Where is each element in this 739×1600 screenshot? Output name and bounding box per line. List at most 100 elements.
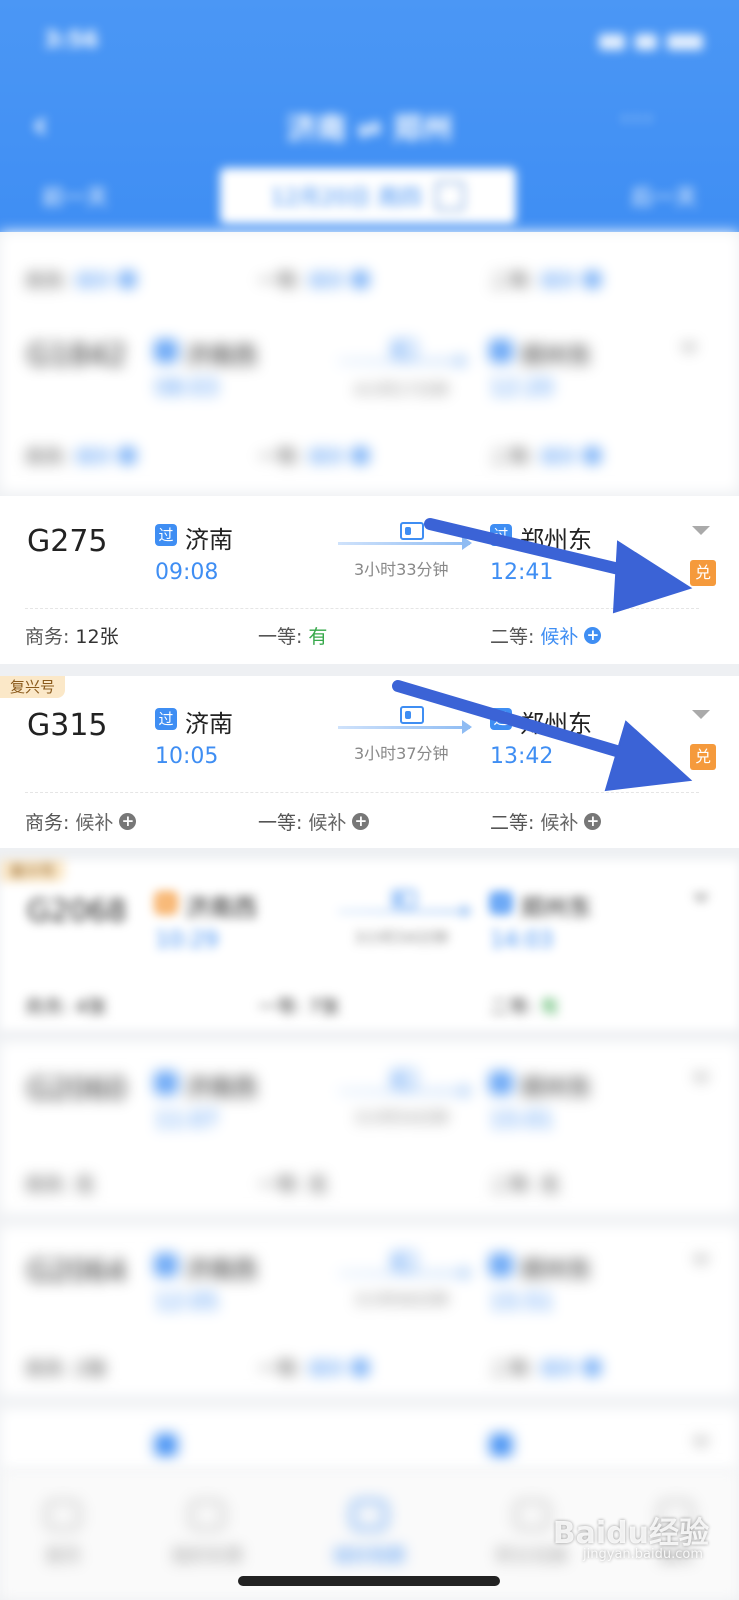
seat-second: 二等: 候补 + bbox=[490, 442, 602, 469]
arr-time: 12:20 bbox=[490, 376, 554, 401]
pass-tag-icon: 过 bbox=[490, 1072, 512, 1094]
train-card-g2064[interactable]: G2064 过 济南西 12:05 3小时46分钟 过 郑州东 15:51 商务… bbox=[0, 1226, 739, 1396]
date-selector[interactable]: 12月20日 周四 bbox=[220, 168, 516, 224]
prev-day-button[interactable]: 前一天 bbox=[42, 180, 108, 212]
pass-tag-icon: 过 bbox=[490, 340, 512, 362]
pass-tag-icon: 过 bbox=[490, 524, 512, 546]
train-number: G275 bbox=[27, 524, 108, 559]
arr-time: 15:01 bbox=[490, 1108, 554, 1133]
expand-icon[interactable] bbox=[692, 526, 710, 535]
baidu-watermark: Baidu经验 bbox=[552, 1516, 709, 1551]
train-card-g2068[interactable]: 复兴号 G2068 始 济南西 10:29 3小时34分钟 过 郑州东 14:0… bbox=[0, 860, 739, 1030]
seat-second[interactable]: 二等: 候补 + bbox=[490, 622, 602, 649]
divider bbox=[25, 608, 699, 609]
seat-first: 一等: 候补 + bbox=[258, 266, 370, 293]
train-number: G1842 bbox=[27, 338, 127, 373]
train-number: G2068 bbox=[27, 894, 127, 929]
signal-icon bbox=[599, 34, 625, 50]
exchange-badge[interactable]: 兑 bbox=[690, 560, 716, 586]
train-card-g1842[interactable]: 商务: 候补 + 一等: 候补 + 二等: 候补 + G1842 过 济南西 08:03 4… bbox=[0, 232, 739, 492]
seat-second: 二等: 候补 + bbox=[490, 266, 602, 293]
seat-biz: 商务: 无 bbox=[25, 1174, 95, 1196]
arr-time: 13:42 bbox=[490, 744, 554, 769]
pass-tag-icon bbox=[490, 1434, 512, 1456]
arr-time: 15:51 bbox=[490, 1290, 554, 1315]
train-card-g2060[interactable]: G2060 过 济南西 11:07 3小时54分钟 过 郑州东 15:01 商务… bbox=[0, 1042, 739, 1214]
dep-time: 11:07 bbox=[155, 1108, 219, 1133]
route-arrow bbox=[338, 354, 468, 368]
duration: 3小时46分钟 bbox=[354, 1290, 449, 1309]
pass-tag-icon: 过 bbox=[155, 1072, 177, 1094]
train-card-next[interactable] bbox=[0, 1408, 739, 1470]
id-card-icon bbox=[392, 340, 416, 358]
route-arrow bbox=[338, 1084, 472, 1098]
seat-biz: 商务: 2张 bbox=[25, 1358, 107, 1380]
tab-my-tickets[interactable]: 我的车票 bbox=[171, 1500, 243, 1600]
waitlist-icon bbox=[351, 1500, 388, 1530]
train-number: G2064 bbox=[27, 1254, 127, 1289]
arr-station: 郑州东 bbox=[520, 1256, 592, 1284]
points-icon bbox=[513, 1500, 550, 1530]
next-day-button[interactable]: 后一天 bbox=[631, 180, 697, 212]
seat-biz: 商务: 候补 + bbox=[25, 442, 137, 469]
header-bar: 3:56 ‹ 济南 ⇌ 郑州 ··· 前一天 后一天 12月20日 周四 bbox=[0, 0, 739, 232]
dep-time: 10:29 bbox=[155, 928, 219, 953]
plus-circle-icon[interactable]: + bbox=[119, 813, 137, 830]
arr-station: 郑州东 bbox=[520, 342, 592, 370]
ticket-icon bbox=[189, 1500, 226, 1530]
seat-second[interactable]: 二等: 候补 + bbox=[490, 808, 602, 835]
pass-tag-icon: 过 bbox=[155, 1254, 177, 1276]
duration: 3小时54分钟 bbox=[354, 1108, 449, 1127]
train-card-g275[interactable]: G275 过 济南 09:08 3小时33分钟 过 郑州东 12:41 兑 商务… bbox=[0, 496, 739, 664]
dep-time: 12:05 bbox=[155, 1290, 219, 1315]
dep-time: 08:03 bbox=[155, 376, 219, 401]
expand-icon[interactable] bbox=[692, 710, 710, 719]
train-card-g315[interactable]: 复兴号 G315 过 济南 10:05 3小时37分钟 过 郑州东 13:42 … bbox=[0, 676, 739, 848]
expand-icon[interactable] bbox=[692, 1438, 710, 1447]
seat-first: 一等: 候补 + bbox=[258, 442, 370, 469]
seat-first: 一等: 候补 + bbox=[258, 1354, 370, 1381]
seat-biz: 商务: 候补 + bbox=[25, 266, 137, 293]
seat-first: 一等: 7张 bbox=[258, 996, 340, 1018]
more-icon[interactable]: ··· bbox=[620, 102, 655, 137]
start-tag-icon: 始 bbox=[155, 892, 177, 914]
expand-icon[interactable] bbox=[692, 1256, 710, 1265]
tab-home[interactable]: 首页 bbox=[45, 1500, 82, 1600]
route-arrow bbox=[338, 536, 472, 550]
pass-tag-icon: 过 bbox=[490, 708, 512, 730]
expand-icon[interactable] bbox=[680, 344, 698, 353]
dep-station: 济南西 bbox=[185, 342, 257, 370]
arr-station: 郑州东 bbox=[520, 1074, 592, 1102]
date-text: 12月20日 周四 bbox=[270, 186, 422, 211]
dep-time: 09:08 bbox=[155, 560, 219, 585]
duration: 4小时17分钟 bbox=[354, 380, 449, 399]
duration: 3小时33分钟 bbox=[354, 560, 449, 579]
divider bbox=[25, 792, 699, 793]
seat-second: 二等: 候补 + bbox=[490, 1354, 602, 1381]
dep-station: 济南西 bbox=[185, 1256, 257, 1284]
home-icon bbox=[45, 1500, 82, 1530]
plus-circle-icon[interactable]: + bbox=[352, 813, 370, 830]
pass-tag-icon bbox=[155, 1434, 177, 1456]
exchange-badge[interactable]: 兑 bbox=[690, 744, 716, 770]
fuxing-tag: 复兴号 bbox=[0, 860, 66, 882]
home-indicator[interactable] bbox=[238, 1576, 500, 1586]
seat-biz[interactable]: 商务: 候补 + bbox=[25, 808, 137, 835]
id-card-icon bbox=[392, 890, 416, 908]
status-time: 3:56 bbox=[44, 28, 99, 53]
seat-biz: 商务: 12张 bbox=[25, 626, 119, 648]
expand-icon[interactable] bbox=[692, 1074, 710, 1083]
train-number: G315 bbox=[27, 708, 108, 743]
wifi-icon bbox=[635, 34, 657, 50]
seat-first[interactable]: 一等: 候补 + bbox=[258, 808, 370, 835]
pass-tag-icon: 过 bbox=[155, 524, 177, 546]
expand-icon[interactable] bbox=[692, 894, 710, 903]
plus-circle-icon[interactable]: + bbox=[584, 627, 602, 644]
plus-circle-icon[interactable]: + bbox=[584, 813, 602, 830]
seat-second: 二等: 无 bbox=[490, 1174, 560, 1196]
dep-station: 济南西 bbox=[185, 1074, 257, 1102]
id-card-icon bbox=[400, 522, 424, 540]
seat-first: 一等: 有 bbox=[258, 626, 328, 648]
train-number: G2060 bbox=[27, 1072, 127, 1107]
arr-station: 郑州东 bbox=[520, 526, 592, 554]
